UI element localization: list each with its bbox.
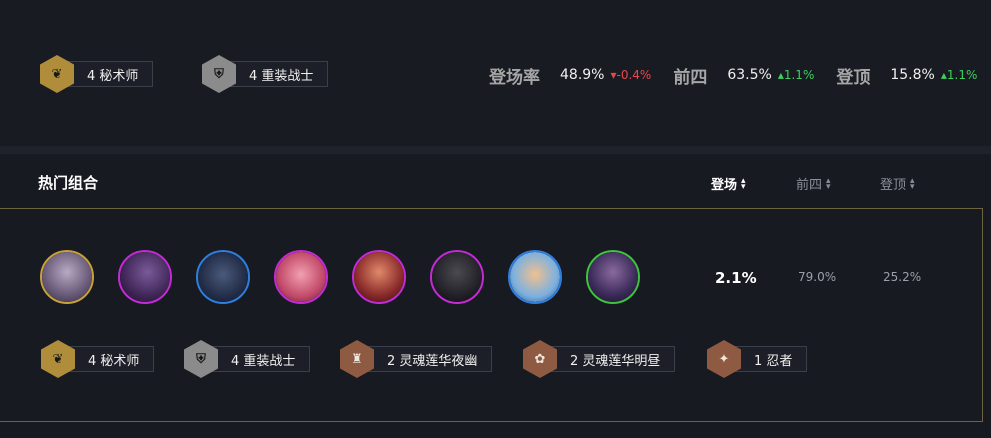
trait-label: 2 灵魂莲华夜幽: [366, 346, 493, 372]
play-rate-delta-value: -0.4%: [616, 68, 652, 82]
summary-trait-chip-vanguard[interactable]: ⛨ 4 重装战士: [202, 55, 329, 93]
champion-portrait-icon[interactable]: [118, 250, 172, 304]
win-delta-value: 1.1%: [946, 68, 978, 82]
trait-label: 4 秘术师: [66, 61, 154, 87]
combo-trait-chip-arcanist[interactable]: ❦ 4 秘术师: [41, 340, 155, 378]
sort-arrows-icon: ▴ ▾: [910, 175, 915, 192]
combo-trait-chip-vanguard[interactable]: ⛨ 4 重装战士: [184, 340, 311, 378]
section-title: 热门组合: [38, 174, 99, 192]
win-delta: ▴1.1%: [940, 68, 978, 82]
trait-label: 1 忍者: [733, 346, 808, 372]
sort-arrows-icon: ▴ ▾: [741, 175, 746, 192]
trait-label: 4 秘术师: [67, 346, 155, 372]
champion-portrait-icon[interactable]: [40, 250, 94, 304]
sort-label: 登顶: [880, 178, 907, 193]
combo-top4: 79.0%: [798, 270, 837, 284]
top4-delta: ▴1.1%: [777, 68, 815, 82]
summary-trait-chip-arcanist[interactable]: ❦ 4 秘术师: [40, 55, 154, 93]
trait-label: 4 重装战士: [228, 61, 329, 87]
champion-portrait-icon[interactable]: [274, 250, 328, 304]
champion-portrait-icon[interactable]: [352, 250, 406, 304]
sort-label: 前四: [796, 178, 823, 193]
champion-portrait-icon[interactable]: [586, 250, 640, 304]
play-rate-label: 登场率: [489, 67, 540, 88]
trait-label: 2 灵魂莲华明昼: [549, 346, 676, 372]
combo-win: 25.2%: [883, 270, 922, 284]
sort-win-button[interactable]: 登顶 ▴ ▾: [880, 174, 915, 193]
champion-portrait-icon[interactable]: [430, 250, 484, 304]
sort-arrows-icon: ▴ ▾: [826, 175, 831, 192]
combo-play-rate: 2.1%: [715, 269, 757, 287]
popular-combos-header: 热门组合 登场 ▴ ▾ 前四 ▴ ▾ 登顶 ▴ ▾: [0, 154, 991, 208]
combo-trait-chip-spirit-day[interactable]: ✿ 2 灵魂莲华明昼: [523, 340, 676, 378]
play-rate-delta: ▾-0.4%: [610, 68, 652, 82]
champion-portrait-icon[interactable]: [196, 250, 250, 304]
win-label: 登顶: [836, 67, 871, 88]
sort-label: 登场: [711, 178, 738, 193]
win-value: 15.8%: [890, 67, 935, 83]
combo-row[interactable]: [0, 208, 983, 422]
trait-label: 4 重装战士: [210, 346, 311, 372]
sort-top4-button[interactable]: 前四 ▴ ▾: [796, 174, 831, 193]
play-rate-value: 48.9%: [560, 67, 605, 83]
sort-play-rate-button[interactable]: 登场 ▴ ▾: [711, 174, 746, 193]
summary-stats: 登场率 48.9% ▾-0.4% 前四 63.5% ▴1.1% 登顶 15.8%…: [489, 64, 978, 88]
top4-delta-value: 1.1%: [783, 68, 815, 82]
top4-value: 63.5%: [727, 67, 772, 83]
combo-trait-chip-ninja[interactable]: ✦ 1 忍者: [707, 340, 808, 378]
section-divider: [0, 146, 991, 154]
top4-label: 前四: [673, 67, 708, 88]
combo-trait-chip-spirit-night[interactable]: ♜ 2 灵魂莲华夜幽: [340, 340, 493, 378]
champion-portrait-icon[interactable]: [508, 250, 562, 304]
trait-summary-panel: ❦ 4 秘术师 ⛨ 4 重装战士 登场率 48.9% ▾-0.4% 前四 63.…: [0, 0, 991, 146]
